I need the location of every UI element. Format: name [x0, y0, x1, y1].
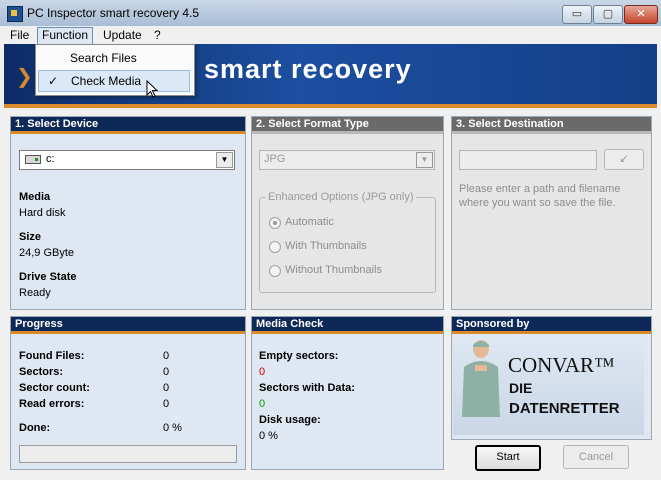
start-button[interactable]: Start: [475, 445, 541, 471]
menu-item-check-media[interactable]: ✓ Check Media: [38, 70, 190, 92]
radio-without-thumbnails[interactable]: [269, 265, 281, 277]
sponsor-line-die: DIE: [509, 380, 533, 396]
banner-title: smart recovery: [204, 54, 412, 84]
chevron-down-icon[interactable]: ▼: [416, 152, 433, 168]
empty-sectors-value: 0: [259, 366, 266, 378]
size-label: Size: [19, 231, 42, 243]
radio-automatic[interactable]: [269, 217, 281, 229]
function-dropdown-menu: Search Files ✓ Check Media: [35, 44, 195, 96]
progress-panel: Progress Found Files: 0 Sectors: 0 Secto…: [10, 316, 246, 470]
sponsor-panel: Sponsored by CONVAR™ DIE DATENRETTER: [451, 316, 652, 440]
app-icon: [7, 6, 23, 22]
device-value: c:: [46, 153, 55, 165]
size-value: 24,9 GByte: [19, 247, 75, 259]
menu-help[interactable]: ?: [150, 27, 165, 43]
found-files-value: 0: [163, 350, 170, 362]
sponsor-line-datenretter: DATENRETTER: [509, 400, 620, 417]
browse-button[interactable]: ↙: [604, 149, 644, 170]
doctor-figure-icon: [462, 340, 500, 417]
sector-count-value: 0: [163, 382, 170, 394]
drive-state-value: Ready: [19, 287, 51, 299]
cancel-button[interactable]: Cancel: [563, 445, 629, 469]
radio-with-thumbnails-label: With Thumbnails: [285, 240, 367, 252]
close-button[interactable]: ✕: [624, 5, 658, 24]
menu-function[interactable]: Function: [37, 27, 94, 45]
empty-sectors-label: Empty sectors:: [259, 350, 339, 362]
radio-with-thumbnails[interactable]: [269, 241, 281, 253]
radio-automatic-label: Automatic: [285, 216, 334, 228]
format-select[interactable]: JPG ▼: [259, 150, 435, 170]
sectors-with-data-label: Sectors with Data:: [259, 382, 355, 394]
drive-state-label: Drive State: [19, 271, 77, 283]
format-value: JPG: [264, 153, 286, 165]
done-value: 0 %: [163, 422, 182, 434]
panel-header: 1. Select Device: [11, 117, 245, 134]
browse-icon: ↙: [619, 153, 629, 165]
menu-item-label: Check Media: [71, 74, 142, 88]
menu-bar: File Function Update ?: [0, 26, 661, 45]
disk-usage-label: Disk usage:: [259, 414, 321, 426]
sectors-label: Sectors:: [19, 366, 64, 378]
media-label: Media: [19, 191, 51, 203]
disk-usage-value: 0 %: [259, 430, 278, 442]
panel-header: 2. Select Format Type: [252, 117, 443, 134]
window-title: PC Inspector smart recovery 4.5: [27, 6, 200, 20]
menu-update[interactable]: Update: [99, 27, 146, 43]
device-select[interactable]: c: ▼: [19, 150, 235, 170]
minimize-button[interactable]: ▭: [562, 5, 592, 24]
found-files-label: Found Files:: [19, 350, 85, 362]
enhanced-options-group: Enhanced Options (JPG only) Automatic Wi…: [259, 191, 436, 293]
sponsor-brand: CONVAR™: [508, 353, 615, 377]
menu-item-search-files[interactable]: Search Files: [38, 47, 190, 69]
format-type-panel: 2. Select Format Type JPG ▼ Enhanced Opt…: [251, 116, 444, 310]
destination-hint: Please enter a path and filename where y…: [459, 183, 621, 209]
checkmark-icon: ✓: [48, 74, 59, 88]
sectors-value: 0: [163, 366, 170, 378]
menu-file[interactable]: File: [6, 27, 33, 43]
destination-panel: 3. Select Destination ↙ Please enter a p…: [451, 116, 652, 310]
media-check-panel: Media Check Empty sectors: 0 Sectors wit…: [251, 316, 444, 470]
sector-count-label: Sector count:: [19, 382, 90, 394]
progress-bar: [19, 445, 237, 463]
title-bar: PC Inspector smart recovery 4.5 ▭ ▢ ✕: [0, 0, 661, 27]
select-device-panel: 1. Select Device c: ▼ Media Hard disk Si…: [10, 116, 246, 310]
read-errors-value: 0: [163, 398, 170, 410]
media-value: Hard disk: [19, 207, 66, 219]
panel-header: 3. Select Destination: [452, 117, 651, 134]
sectors-with-data-value: 0: [259, 398, 266, 410]
mouse-cursor-icon: [146, 80, 158, 98]
destination-input[interactable]: [459, 150, 597, 170]
maximize-button[interactable]: ▢: [593, 5, 623, 24]
group-label: Enhanced Options (JPG only): [266, 191, 416, 203]
done-label: Done:: [19, 422, 51, 434]
drive-icon: [25, 155, 41, 164]
panel-header: Media Check: [252, 317, 443, 334]
read-errors-label: Read errors:: [19, 398, 85, 410]
panel-header: Sponsored by: [452, 317, 651, 334]
chevron-down-icon[interactable]: ▼: [216, 152, 233, 168]
radio-without-thumbnails-label: Without Thumbnails: [285, 264, 383, 276]
panel-header: Progress: [11, 317, 245, 334]
